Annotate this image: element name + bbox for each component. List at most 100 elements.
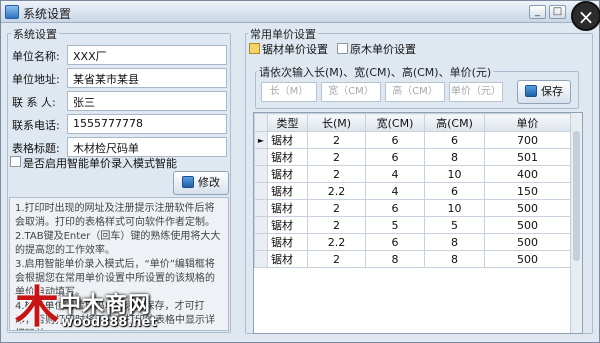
edit-icon — [182, 176, 194, 188]
title-bar: 系统设置 _ □ — [1, 1, 599, 23]
table-scrollbar[interactable] — [570, 113, 582, 333]
company-name-input[interactable]: XXX厂 — [67, 45, 227, 65]
contact-person-input[interactable]: 张三 — [67, 91, 227, 111]
length-input[interactable]: 长（M） — [261, 82, 317, 102]
log-price-checkbox[interactable] — [337, 43, 348, 54]
cell-price[interactable]: 150 — [484, 182, 571, 200]
table-row[interactable]: 锯材 2.2 6 8 500 — [254, 233, 571, 251]
company-address-label: 单位地址: — [12, 73, 60, 86]
cell-length[interactable]: 2 — [307, 216, 366, 234]
price-table[interactable]: 类型 长(M) 宽(CM) 高(CM) 单价 ► 锯材 2 6 6 700 锯材… — [253, 112, 583, 334]
cell-height[interactable]: 5 — [424, 216, 485, 234]
cell-height[interactable]: 6 — [424, 131, 485, 149]
column-header-height[interactable]: 高(CM) — [424, 113, 485, 132]
cell-type[interactable]: 锯材 — [267, 199, 308, 217]
table-title-input[interactable]: 木材检尺码单 — [67, 137, 227, 157]
cell-width[interactable]: 6 — [365, 148, 425, 166]
cell-price[interactable]: 500 — [484, 233, 571, 251]
cell-height[interactable]: 8 — [424, 250, 485, 268]
cell-height[interactable]: 8 — [424, 233, 485, 251]
cell-price[interactable]: 400 — [484, 165, 571, 183]
cell-height[interactable]: 10 — [424, 165, 485, 183]
table-row[interactable]: 锯材 2 5 5 500 — [254, 216, 571, 234]
column-header-price[interactable]: 单价 — [484, 113, 571, 132]
cell-price[interactable]: 500 — [484, 250, 571, 268]
cell-width[interactable]: 8 — [365, 250, 425, 268]
row-header-corner — [254, 113, 268, 132]
save-button-label: 保存 — [541, 85, 563, 98]
cell-height[interactable]: 8 — [424, 148, 485, 166]
table-row[interactable]: 锯材 2 6 8 501 — [254, 148, 571, 166]
cell-width[interactable]: 6 — [365, 233, 425, 251]
cell-type[interactable]: 锯材 — [267, 250, 308, 268]
table-row[interactable]: 锯材 2 6 10 500 — [254, 199, 571, 217]
cell-length[interactable]: 2 — [307, 250, 366, 268]
cell-height[interactable]: 10 — [424, 199, 485, 217]
sawn-timber-price-label: 锯材单价设置 — [262, 43, 328, 56]
maximize-button[interactable]: □ — [549, 5, 566, 19]
cell-length[interactable]: 2 — [307, 148, 366, 166]
contact-phone-input[interactable]: 1555777778 — [67, 114, 227, 134]
cell-price[interactable]: 501 — [484, 148, 571, 166]
table-row[interactable]: 锯材 2 4 10 400 — [254, 165, 571, 183]
save-icon — [525, 85, 537, 97]
close-button[interactable]: × — [571, 1, 600, 31]
cell-length[interactable]: 2.2 — [307, 233, 366, 251]
modify-button[interactable]: 修改 — [173, 171, 229, 195]
width-input[interactable]: 宽（CM） — [321, 82, 381, 102]
cell-length[interactable]: 2 — [307, 165, 366, 183]
row-header — [254, 148, 268, 166]
row-header — [254, 216, 268, 234]
cell-price[interactable]: 500 — [484, 199, 571, 217]
cell-height[interactable]: 6 — [424, 182, 485, 200]
height-input[interactable]: 高（CM） — [385, 82, 445, 102]
cell-type[interactable]: 锯材 — [267, 233, 308, 251]
smart-entry-checkbox[interactable] — [10, 156, 21, 167]
cell-type[interactable]: 锯材 — [267, 131, 308, 149]
smart-entry-label: 是否启用智能单价录入模式智能 — [23, 157, 177, 170]
contact-phone-label: 联系电话: — [12, 119, 60, 132]
unit-price-input[interactable]: 单价（元） — [449, 82, 503, 102]
price-grid: 类型 长(M) 宽(CM) 高(CM) 单价 ► 锯材 2 6 6 700 锯材… — [254, 113, 571, 268]
company-name-label: 单位名称: — [12, 50, 60, 63]
cell-length[interactable]: 2 — [307, 199, 366, 217]
save-button[interactable]: 保存 — [517, 80, 571, 104]
cell-price[interactable]: 700 — [484, 131, 571, 149]
site-watermark: 木 中木商网 wood888.net — [15, 283, 205, 339]
scrollbar-thumb[interactable] — [573, 131, 580, 261]
note-item: 1.打印时出现的网址及注册提示注册软件后将会取消。打印的表格样式可向软件作者定制… — [15, 203, 215, 228]
cell-length[interactable]: 2 — [307, 131, 366, 149]
cell-price[interactable]: 500 — [484, 216, 571, 234]
sawn-timber-price-checkbox[interactable] — [249, 43, 260, 54]
cell-width[interactable]: 4 — [365, 165, 425, 183]
table-row[interactable]: 锯材 2.2 4 6 150 — [254, 182, 571, 200]
cell-type[interactable]: 锯材 — [267, 182, 308, 200]
column-header-width[interactable]: 宽(CM) — [365, 113, 425, 132]
table-row[interactable]: ► 锯材 2 6 6 700 — [254, 131, 571, 149]
cell-type[interactable]: 锯材 — [267, 165, 308, 183]
watermark-url: wood888.net — [61, 315, 157, 330]
column-header-type[interactable]: 类型 — [267, 113, 308, 132]
cell-width[interactable]: 6 — [365, 131, 425, 149]
settings-window: 系统设置 _ □ × 系统设置 单位名称: XXX厂 单位地址: 某省某市某县 … — [0, 0, 600, 343]
cell-type[interactable]: 锯材 — [267, 148, 308, 166]
app-icon — [5, 5, 19, 19]
modify-button-label: 修改 — [198, 176, 220, 189]
column-header-length[interactable]: 长(M) — [307, 113, 366, 132]
cell-width[interactable]: 4 — [365, 182, 425, 200]
cell-width[interactable]: 5 — [365, 216, 425, 234]
system-settings-title: 系统设置 — [11, 26, 59, 42]
price-input-group-title: 请依次输入长(M)、宽(CM)、高(CM)、单价(元) — [257, 64, 494, 80]
row-header — [254, 165, 268, 183]
cell-type[interactable]: 锯材 — [267, 216, 308, 234]
table-row[interactable]: 锯材 2 8 8 500 — [254, 250, 571, 268]
cell-length[interactable]: 2.2 — [307, 182, 366, 200]
cell-width[interactable]: 6 — [365, 199, 425, 217]
row-header — [254, 199, 268, 217]
contact-person-label: 联 系 人: — [12, 96, 56, 109]
minimize-button[interactable]: _ — [529, 5, 546, 19]
table-title-label: 表格标题: — [12, 142, 60, 155]
log-price-label: 原木单价设置 — [350, 43, 416, 56]
table-header-row: 类型 长(M) 宽(CM) 高(CM) 单价 — [254, 113, 571, 132]
company-address-input[interactable]: 某省某市某县 — [67, 68, 227, 88]
